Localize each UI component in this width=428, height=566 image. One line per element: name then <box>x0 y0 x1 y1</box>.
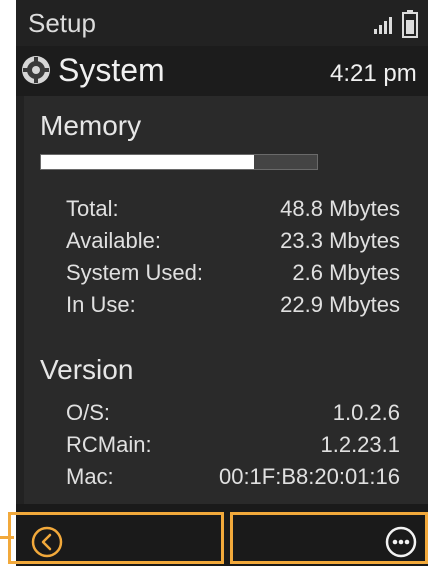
memory-usage-bar <box>40 154 318 170</box>
memory-usage-fill <box>41 155 254 169</box>
version-mac-label: Mac: <box>66 464 114 489</box>
signal-bars-icon <box>374 17 392 34</box>
memory-row-in-use: In Use: 22.9 Mbytes <box>24 292 428 322</box>
memory-available-value: 23.3 Mbytes <box>280 228 400 253</box>
version-row-mac: Mac: 00:1F:B8:20:01:16 <box>24 464 428 494</box>
status-title: Setup <box>28 8 96 38</box>
memory-section-title: Memory <box>40 110 142 141</box>
version-rcmain-value: 1.2.23.1 <box>320 432 400 457</box>
version-mac-value: 00:1F:B8:20:01:16 <box>218 464 400 489</box>
memory-in-use-label: In Use: <box>66 292 136 317</box>
memory-in-use-value: 22.9 Mbytes <box>280 292 400 317</box>
memory-row-total: Total: 48.8 Mbytes <box>24 196 428 226</box>
more-options-icon[interactable] <box>384 525 418 559</box>
memory-total-value: 48.8 Mbytes <box>280 196 400 221</box>
memory-row-available: Available: 23.3 Mbytes <box>24 228 428 258</box>
version-os-value: 1.0.2.6 <box>332 400 400 425</box>
version-row-rcmain: RCMain: 1.2.23.1 <box>24 432 428 462</box>
memory-system-used-label: System Used: <box>66 260 203 285</box>
clock-time: 4:21 pm <box>330 60 417 87</box>
version-row-os: O/S: 1.0.2.6 <box>24 400 428 430</box>
page-header: System 4:21 pm <box>16 46 428 96</box>
memory-system-used-value: 2.6 Mbytes <box>292 260 400 285</box>
system-gear-icon <box>22 56 50 84</box>
page-title: System <box>58 52 165 88</box>
version-os-label: O/S: <box>66 400 111 425</box>
memory-total-label: Total: <box>66 196 119 221</box>
version-rcmain-label: RCMain: <box>66 432 152 457</box>
version-section-title: Version <box>40 354 134 385</box>
memory-row-system-used: System Used: 2.6 Mbytes <box>24 260 428 290</box>
back-chevron-icon[interactable] <box>30 525 64 559</box>
memory-available-label: Available: <box>66 228 161 253</box>
system-info-panel: Memory Total: 48.8 Mbytes Available: 23.… <box>24 96 428 504</box>
battery-icon <box>402 10 418 38</box>
status-bar: Setup <box>16 0 428 46</box>
device-screen: Setup System 4:21 pm Memory Total: 48.8 … <box>16 0 428 566</box>
